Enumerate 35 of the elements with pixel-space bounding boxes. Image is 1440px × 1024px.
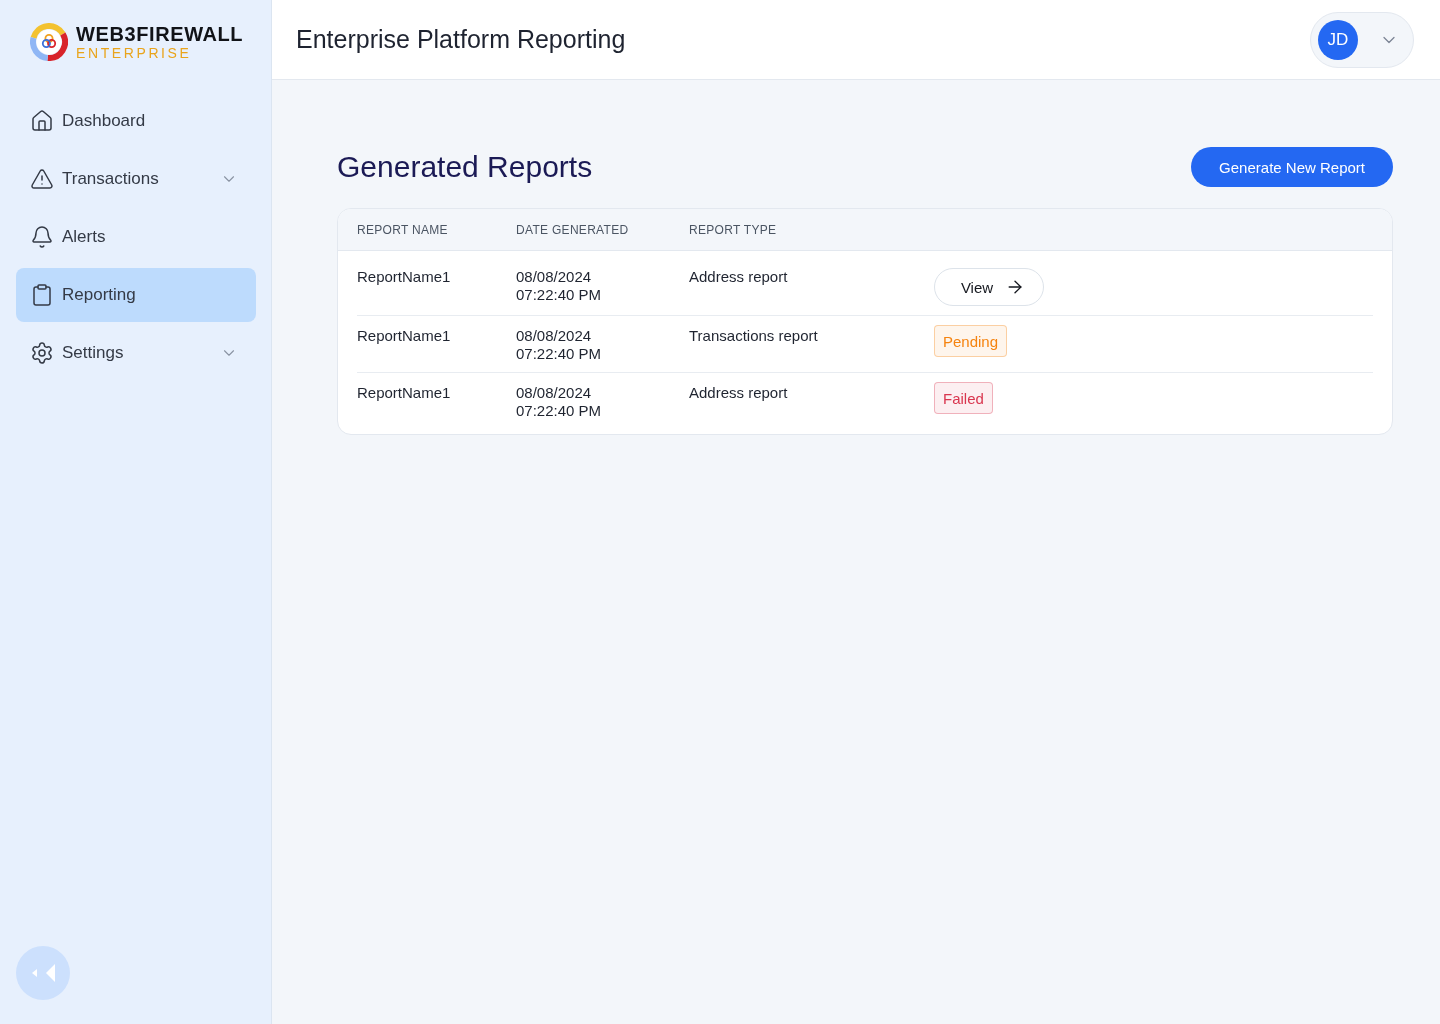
settings-icon	[30, 341, 54, 365]
sidebar-item[interactable]: Transactions	[16, 152, 256, 206]
table-cell: ReportName1	[357, 327, 451, 345]
table-cell: ReportName1	[357, 268, 451, 286]
user-avatar: JD	[1318, 19, 1358, 60]
sidebar-item[interactable]: Settings	[16, 326, 256, 380]
sidebar-item[interactable]: Dashboard	[16, 94, 256, 148]
status-badge: Pending	[934, 325, 1008, 357]
collapse-sidebar-button[interactable]	[16, 946, 70, 1000]
brand-tagline: ENTERPRISE	[76, 45, 193, 61]
sidebar-item[interactable]: Reporting	[16, 268, 256, 322]
home-icon	[30, 109, 54, 133]
table-cell-text: 08/08/2024 07:22:40 PM	[516, 327, 603, 363]
column-header: REPORT TYPE	[689, 222, 777, 237]
sidebar-item[interactable]: Alerts	[16, 210, 256, 264]
logo-icon	[30, 23, 68, 61]
double-triangle-left-icon	[31, 964, 55, 982]
clipboard-icon	[30, 283, 54, 307]
table-cell: Address report	[689, 384, 788, 402]
column-header: REPORT NAME	[357, 222, 448, 237]
page-title: Enterprise Platform Reporting	[296, 25, 626, 54]
warning-triangle-icon	[30, 167, 54, 191]
user-menu-button[interactable]: JD	[1310, 11, 1414, 68]
table-cell: ReportName1	[357, 384, 451, 402]
table-cell-text: 08/08/2024 07:22:40 PM	[516, 384, 603, 420]
brand-name: WEB3FIREWALL	[76, 23, 244, 45]
table-cell-text: 08/08/2024 07:22:40 PM	[516, 268, 603, 304]
column-header: DATE GENERATED	[516, 222, 629, 237]
section-title: Generated Reports	[337, 150, 593, 184]
table-cell: Address report	[689, 268, 788, 286]
bell-icon	[30, 225, 54, 249]
generate-report-button[interactable]: Generate New Report	[1191, 147, 1393, 187]
table-cell: Transactions report	[689, 327, 818, 345]
status-badge: Failed	[934, 382, 993, 414]
view-button[interactable]: View	[934, 268, 1044, 306]
